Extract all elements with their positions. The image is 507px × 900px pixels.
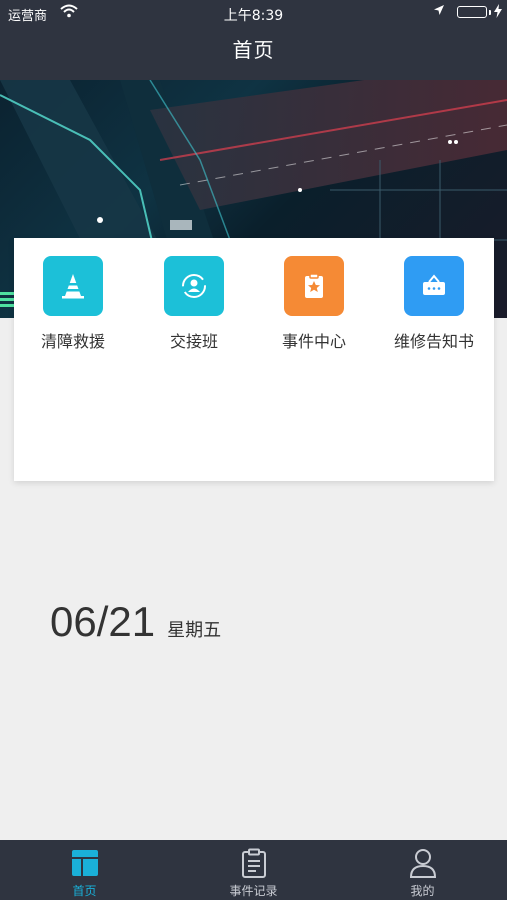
clipboard-star-icon xyxy=(284,256,344,316)
traffic-cone-icon xyxy=(43,256,103,316)
status-bar: 运营商 上午8:39 xyxy=(0,0,507,26)
tab-label: 我的 xyxy=(410,884,435,898)
menu-label: 交接班 xyxy=(169,332,218,351)
date-month-day: 06/21 xyxy=(50,598,156,645)
date-weekday: 星期五 xyxy=(167,620,222,641)
menu-item-repair-notice[interactable]: 维修告知书 xyxy=(379,256,489,352)
menu-label: 清障救援 xyxy=(40,332,105,351)
menu-label: 事件中心 xyxy=(281,332,346,351)
top-bar: 运营商 上午8:39 首页 xyxy=(0,0,507,80)
menu-card: 清障救援 交接班 事件中心 维修告知书 xyxy=(14,238,494,481)
menu-item-shift-handover[interactable]: 交接班 xyxy=(139,256,249,352)
status-time: 上午8:39 xyxy=(223,8,284,24)
tab-home[interactable]: 首页 xyxy=(0,840,169,900)
shift-handover-icon xyxy=(164,256,224,316)
location-arrow-icon xyxy=(433,4,445,20)
menu-label: 维修告知书 xyxy=(393,332,474,351)
tab-event-records[interactable]: 事件记录 xyxy=(169,840,338,900)
tab-mine[interactable]: 我的 xyxy=(338,840,507,900)
page-title: 首页 xyxy=(232,38,275,62)
user-icon xyxy=(338,846,507,880)
date-display: 06/21 星期五 xyxy=(50,598,221,646)
menu-item-rescue[interactable]: 清障救援 xyxy=(18,256,128,352)
battery-tip xyxy=(489,10,491,15)
tab-label: 首页 xyxy=(72,884,97,898)
clipboard-list-icon xyxy=(169,846,338,880)
charging-bolt-icon xyxy=(494,4,502,21)
bottom-tab-bar: 首页 事件记录 我的 xyxy=(0,840,507,900)
menu-item-event-center[interactable]: 事件中心 xyxy=(259,256,369,352)
tab-label: 事件记录 xyxy=(229,884,278,898)
home-layout-icon xyxy=(0,846,169,880)
notice-board-icon xyxy=(404,256,464,316)
battery-icon xyxy=(457,6,487,18)
